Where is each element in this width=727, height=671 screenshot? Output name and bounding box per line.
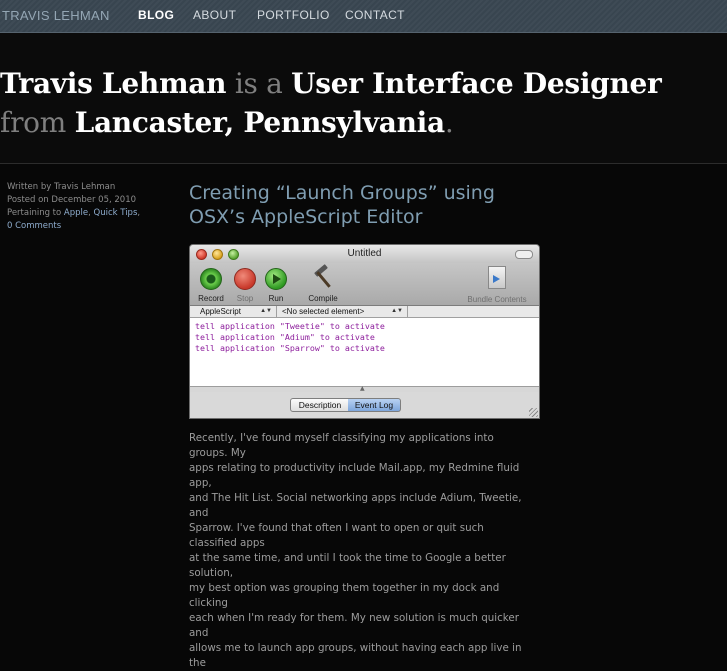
category-link-quick-tips[interactable]: Quick Tips [94, 208, 138, 218]
compile-label: Compile [308, 294, 338, 303]
record-icon [200, 268, 222, 290]
code-line: tell application "Adium" to activate [195, 332, 375, 342]
meta-date: Posted on December 05, 2010 [7, 195, 137, 205]
top-nav-bar: TRAVIS LEHMAN BLOG ABOUT PORTFOLIO CONTA… [0, 0, 727, 33]
post-title[interactable]: Creating “Launch Groups” using OSX’s App… [189, 181, 609, 229]
window-titlebar: Untitled [190, 245, 539, 263]
hero-banner: Travis Lehman is a User Interface Design… [0, 33, 727, 164]
hero-line-2: from Lancaster, Pennsylvania. [0, 106, 454, 139]
stop-icon [234, 268, 256, 290]
hammer-icon [310, 264, 336, 290]
post-meta: Written by Travis Lehman Posted on Decem… [7, 181, 167, 233]
bundle-contents-icon [488, 266, 506, 289]
resize-grip-icon [529, 408, 538, 417]
nav-item-about[interactable]: ABOUT [193, 8, 236, 22]
category-link-apple[interactable]: Apple [64, 208, 88, 218]
updown-arrows-icon: ▲▼ [391, 308, 403, 314]
updown-arrows-icon: ▲▼ [260, 308, 272, 314]
post-body-line: allows me to launch app groups, without … [189, 642, 522, 669]
hero-location: Lancaster, Pennsylvania [74, 106, 446, 139]
description-tab: Description [290, 398, 350, 412]
post-body-line: apps relating to productivity include Ma… [189, 462, 520, 489]
hero-is-a: is a [234, 67, 283, 100]
post-body-line: each when I'm ready for them. My new sol… [189, 612, 519, 639]
run-button: Run [259, 266, 293, 303]
bundle-contents-button: Bundle Contents [463, 266, 531, 304]
site-brand[interactable]: TRAVIS LEHMAN [2, 8, 110, 23]
record-button: Record [194, 266, 228, 303]
nav-item-blog[interactable]: BLOG [138, 8, 174, 22]
event-log-tab: Event Log [348, 398, 401, 412]
toolbar-toggle-icon [515, 250, 533, 259]
compile-button: Compile [304, 264, 342, 303]
code-line: tell application "Sparrow" to activate [195, 343, 385, 353]
post-title-line-1: Creating “Launch Groups” using [189, 182, 495, 204]
comments-link[interactable]: 0 Comments [7, 220, 167, 233]
post-body-line: and The Hit List. Social networking apps… [189, 492, 522, 519]
meta-pertaining-label: Pertaining to [7, 208, 62, 218]
hero-role: User Interface Designer [291, 67, 662, 100]
element-select-value: <No selected element> [282, 307, 365, 316]
record-label: Record [198, 294, 224, 303]
post-body-line: my best option was grouping them togethe… [189, 582, 500, 609]
post-body-line: Sparrow. I've found that often I want to… [189, 522, 484, 549]
code-line: tell application "Tweetie" to activate [195, 321, 385, 331]
script-editor: tell application "Tweetie" to activate t… [190, 318, 539, 386]
post-body: Recently, I've found myself classifying … [189, 431, 534, 671]
stop-label: Stop [236, 294, 254, 303]
applescript-editor-screenshot: Untitled Record Stop Run Compile Bundle … [189, 244, 540, 419]
stop-button: Stop [228, 266, 262, 303]
run-icon [265, 268, 287, 290]
post-body-line: Recently, I've found myself classifying … [189, 432, 494, 459]
hero-from: from [0, 106, 66, 139]
selector-bar: AppleScript ▲▼ <No selected element> ▲▼ [190, 306, 539, 318]
hero-line-1: Travis Lehman is a User Interface Design… [0, 67, 662, 100]
meta-categories: Pertaining to Apple, Quick Tips, [7, 208, 141, 218]
hero-name: Travis Lehman [0, 67, 227, 100]
meta-author: Written by Travis Lehman [7, 182, 116, 192]
post-title-line-2: OSX’s AppleScript Editor [189, 206, 423, 228]
nav-item-portfolio[interactable]: PORTFOLIO [257, 8, 330, 22]
element-select: <No selected element> ▲▼ [278, 306, 408, 317]
post-body-line: at the same time, and until I took the t… [189, 552, 506, 579]
window-title: Untitled [347, 248, 382, 259]
grip-icon: ▲ [360, 385, 365, 392]
language-select: AppleScript ▲▼ [196, 306, 277, 317]
nav-item-contact[interactable]: CONTACT [345, 8, 405, 22]
window-toolbar: Record Stop Run Compile Bundle Contents [190, 263, 539, 306]
language-select-value: AppleScript [200, 307, 241, 316]
bundle-contents-label: Bundle Contents [467, 295, 527, 304]
window-bottom-bar: Description Event Log [190, 392, 539, 418]
hero-dot: . [444, 106, 454, 139]
run-label: Run [268, 294, 284, 303]
